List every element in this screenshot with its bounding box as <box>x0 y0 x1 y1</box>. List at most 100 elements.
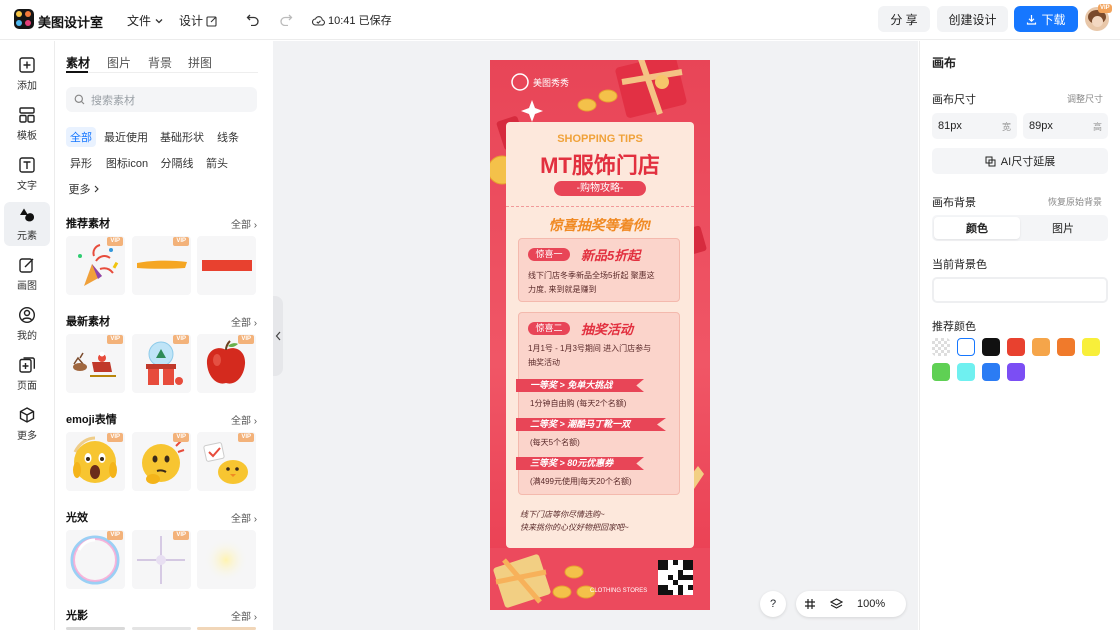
download-button[interactable]: 下载 <box>1014 6 1078 32</box>
plus-square-icon <box>19 57 35 73</box>
design-menu[interactable]: 设计 <box>179 12 218 29</box>
rail-add[interactable]: 添加 <box>4 52 50 96</box>
chip-arrows[interactable]: 箭头 <box>202 153 232 173</box>
adjust-size-link[interactable]: 调整尺寸 <box>1067 92 1103 105</box>
poster-surprise2-line2: 抽奖活动 <box>528 358 560 367</box>
poster-subhead: -购物攻略- <box>554 181 646 196</box>
seg-image[interactable]: 图片 <box>1020 217 1106 239</box>
asset-party-popper[interactable]: VIP <box>66 236 125 295</box>
asset-emoji-chick[interactable]: VIP <box>197 432 256 491</box>
vip-badge: VIP <box>107 531 123 540</box>
chip-irregular[interactable]: 异形 <box>66 153 96 173</box>
avatar[interactable]: VIP <box>1085 4 1112 31</box>
search-input[interactable]: 搜索素材 <box>66 87 257 112</box>
color-swatch[interactable] <box>982 363 1000 381</box>
canvas-toolbar: 100% <box>796 591 906 617</box>
seg-color[interactable]: 颜色 <box>934 217 1020 239</box>
rail-elements[interactable]: 元素 <box>4 202 50 246</box>
asset-bubble[interactable]: VIP <box>66 530 125 589</box>
chip-lines[interactable]: 线条 <box>213 127 243 147</box>
chip-more[interactable]: 更多 <box>66 179 102 199</box>
share-button[interactable]: 分 享 <box>878 6 930 32</box>
color-swatch[interactable] <box>957 338 975 356</box>
current-bg-color[interactable] <box>932 277 1108 303</box>
ai-extend-button[interactable]: AI尺寸延展 <box>932 148 1108 174</box>
search-icon <box>74 94 85 105</box>
color-swatch[interactable] <box>1082 338 1100 356</box>
rail-add-label: 添加 <box>17 81 37 92</box>
color-swatch[interactable] <box>1007 363 1025 381</box>
poster-surprise2-title: 抽奖活动 <box>581 322 634 337</box>
rail-draw-label: 画图 <box>17 281 37 292</box>
redo-icon <box>280 14 293 26</box>
collapse-panel-button[interactable] <box>273 296 283 376</box>
poster-surprise1-line1: 线下门店冬季新品全场5折起 聚惠这 <box>528 271 655 280</box>
props-title: 画布 <box>932 56 957 70</box>
tab-collage[interactable]: 拼图 <box>188 54 212 71</box>
color-swatch[interactable] <box>982 338 1000 356</box>
chip-all[interactable]: 全部 <box>66 127 96 147</box>
color-swatch[interactable] <box>957 363 975 381</box>
asset-glow[interactable] <box>197 530 256 589</box>
tab-images[interactable]: 图片 <box>107 54 131 71</box>
layers-icon[interactable] <box>830 598 843 610</box>
rail-draw[interactable]: 画图 <box>4 252 50 296</box>
asset-apple[interactable]: VIP <box>197 334 256 393</box>
asset-emoji-fearful[interactable]: VIP <box>66 432 125 491</box>
chip-basic-shapes[interactable]: 基础形状 <box>157 127 207 147</box>
create-design-button[interactable]: 创建设计 <box>937 6 1008 32</box>
cube-icon <box>19 407 35 423</box>
asset-red-bar[interactable] <box>197 236 256 295</box>
section-emoji-all[interactable]: 全部 › <box>231 412 257 427</box>
asset-sparkle[interactable]: VIP <box>132 530 191 589</box>
redo-button[interactable] <box>279 12 293 26</box>
rail-template[interactable]: 模板 <box>4 102 50 146</box>
asset-yellow-stroke[interactable]: VIP <box>132 236 191 295</box>
file-menu[interactable]: 文件 <box>127 12 164 29</box>
help-button[interactable]: ? <box>760 591 786 617</box>
section-light-all[interactable]: 全部 › <box>231 510 257 525</box>
width-unit: 宽 <box>1001 121 1011 132</box>
chip-recent[interactable]: 最近使用 <box>101 127 151 147</box>
height-field[interactable]: 89px 高 <box>1023 113 1108 139</box>
undo-button[interactable] <box>246 12 260 26</box>
edit-icon <box>19 258 34 273</box>
poster-surprise2-tag: 惊喜二 <box>528 322 570 335</box>
asset-emoji-thinking[interactable]: VIP <box>132 432 191 491</box>
zoom-level[interactable]: 100% <box>857 598 885 610</box>
all-link-label: 全部 <box>231 318 251 329</box>
section-newest-all[interactable]: 全部 › <box>231 314 257 329</box>
color-swatch[interactable] <box>932 363 950 381</box>
color-swatch[interactable] <box>1032 338 1050 356</box>
width-field[interactable]: 81px 宽 <box>932 113 1017 139</box>
left-rail: 添加 模板 文字 元素 画图 我的 页面 更多 <box>0 41 55 630</box>
color-swatch[interactable] <box>1007 338 1025 356</box>
height-value: 89px <box>1029 120 1053 132</box>
chip-icons[interactable]: 图标icon <box>101 153 153 173</box>
section-recommended-all[interactable]: 全部 › <box>231 216 257 231</box>
vip-badge: VIP <box>173 237 189 246</box>
section-shadow-all[interactable]: 全部 › <box>231 608 257 623</box>
rail-page[interactable]: 页面 <box>4 352 50 396</box>
app-logo-icon[interactable] <box>14 9 34 29</box>
design-menu-label: 设计 <box>179 14 204 28</box>
tab-materials[interactable]: 素材 <box>66 54 90 71</box>
rail-mine[interactable]: 我的 <box>4 302 50 346</box>
current-bg-label: 当前背景色 <box>932 259 987 271</box>
user-icon <box>18 306 36 324</box>
asset-sleigh[interactable]: VIP <box>66 334 125 393</box>
color-swatch[interactable] <box>932 338 950 356</box>
asset-snow-globe-gift[interactable]: VIP <box>132 334 191 393</box>
poster-canvas[interactable]: 美图秀秀 SHOPPING TIPS MT服饰门店 -购物攻略- 惊喜抽奖等着你… <box>490 60 710 610</box>
rail-more[interactable]: 更多 <box>4 402 50 446</box>
grid-icon[interactable] <box>804 598 816 610</box>
app-title[interactable]: 美图设计室 <box>38 12 103 31</box>
tab-backgrounds[interactable]: 背景 <box>148 54 172 71</box>
poster-prize1-desc: 1分钟自由购 (每天2个名额) <box>530 399 627 408</box>
restore-bg-link[interactable]: 恢复原始背景 <box>1048 195 1102 208</box>
height-unit: 高 <box>1092 121 1102 132</box>
color-swatch[interactable] <box>1057 338 1075 356</box>
chip-dividers[interactable]: 分隔线 <box>157 153 197 173</box>
vip-badge: VIP <box>238 433 254 442</box>
rail-text[interactable]: 文字 <box>4 152 50 196</box>
